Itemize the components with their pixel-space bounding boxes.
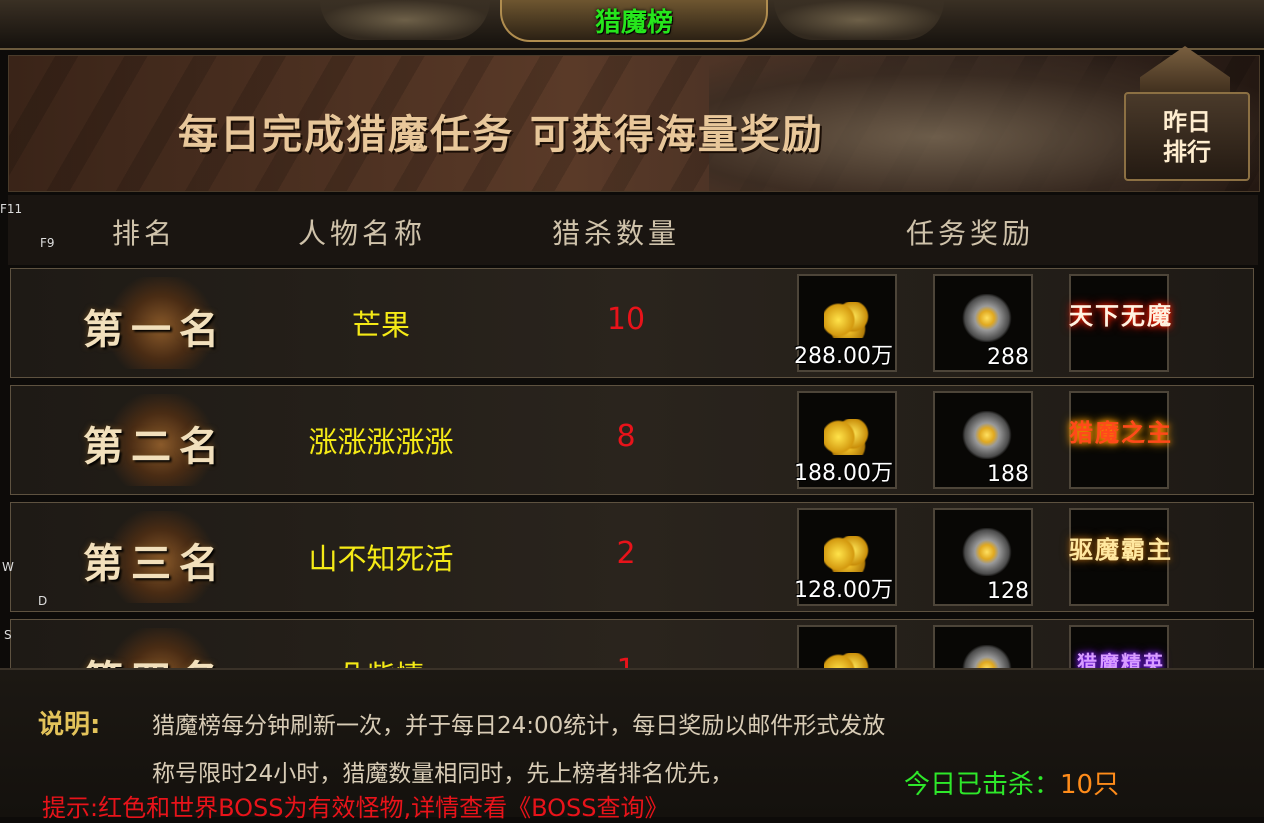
kill-count: 8 xyxy=(616,419,636,454)
reward-slot-title[interactable]: 猎魔之主 xyxy=(1069,391,1171,489)
reward-slot-gold[interactable]: 288.00万 xyxy=(794,274,897,372)
notes-panel: 说明: 猎魔榜每分钟刷新一次，并于每日24:00统计，每日奖励以邮件形式发放 称… xyxy=(0,668,1264,822)
notes-line1: 猎魔榜每分钟刷新一次，并于每日24:00统计，每日奖励以邮件形式发放 xyxy=(152,713,886,739)
hint-link[interactable]: 提示:红色和世界BOSS为有效怪物,详情查看《BOSS查询》 xyxy=(42,788,669,823)
player-name: 山不知死活 xyxy=(308,542,454,576)
reward-slot-ore[interactable]: 288 xyxy=(933,274,1033,372)
rank-label: 第三名 xyxy=(83,540,227,587)
today-kills: 今日已击杀：10只 xyxy=(904,764,1119,801)
window-title: 猎魔榜 xyxy=(594,7,673,38)
hotkey-label: F11 xyxy=(0,202,23,216)
title-badge: 猎魔之主 xyxy=(1069,418,1173,447)
gold-ore-icon xyxy=(955,294,1013,342)
ore-amount: 128 xyxy=(987,579,1029,604)
hotkey-label: S xyxy=(4,628,12,642)
kill-count: 2 xyxy=(616,536,636,571)
player-name: 涨涨涨涨涨 xyxy=(308,425,454,459)
reward-slot-ore[interactable]: 128 xyxy=(933,508,1033,606)
player-name: 芒果 xyxy=(351,308,410,342)
gold-coins-icon xyxy=(824,302,872,338)
today-kills-label: 今日已击杀： xyxy=(904,770,1061,800)
frame-ornament-right xyxy=(774,0,944,40)
ore-amount: 188 xyxy=(987,462,1029,487)
reward-slot-title[interactable]: 驱魔霸主 xyxy=(1069,508,1171,606)
header-name: 人物名称 xyxy=(298,217,427,250)
gold-amount: 128.00万 xyxy=(794,578,893,603)
gold-coins-icon xyxy=(824,536,872,572)
title-plate: 猎魔榜 xyxy=(500,0,768,42)
today-kills-value: 10只 xyxy=(1060,770,1120,800)
frame-ornament-left xyxy=(320,0,490,40)
title-badge: 天下无魔 xyxy=(1069,301,1173,330)
gold-ore-icon xyxy=(955,411,1013,459)
header-kills: 猎杀数量 xyxy=(552,217,681,250)
notes-label: 说明: xyxy=(38,710,101,740)
table-row: 第一名 芒果 10 288.00万 288 天下无魔 xyxy=(10,268,1254,378)
reward-slot-ore[interactable]: 188 xyxy=(933,391,1033,489)
gold-amount: 188.00万 xyxy=(794,461,893,486)
rank-label: 第二名 xyxy=(83,423,227,470)
header-rank: 排名 xyxy=(112,217,177,250)
header-reward: 任务奖励 xyxy=(906,217,1035,250)
reward-slot-title[interactable]: 天下无魔 xyxy=(1069,274,1171,372)
pagoda-roof-icon xyxy=(1140,46,1230,98)
yesterday-line1: 昨日 xyxy=(1163,107,1211,136)
hotkey-label: D xyxy=(38,594,48,608)
ore-amount: 288 xyxy=(987,345,1029,370)
reward-slot-gold[interactable]: 128.00万 xyxy=(794,508,897,606)
hotkey-label: F9 xyxy=(40,236,55,250)
table-row: 第三名 山不知死活 2 128.00万 128 驱魔霸主 xyxy=(10,502,1254,612)
rank-label: 第一名 xyxy=(83,306,227,353)
banner-text: 每日完成猎魔任务 可获得海量奖励 xyxy=(178,112,824,158)
gold-amount: 288.00万 xyxy=(794,344,893,369)
kill-count: 10 xyxy=(606,302,646,337)
hotkey-label: W xyxy=(2,560,14,574)
yesterday-ranking-button[interactable]: 昨日 排行 xyxy=(1124,92,1250,181)
gold-coins-icon xyxy=(824,419,872,455)
reward-slot-gold[interactable]: 188.00万 xyxy=(794,391,897,489)
yesterday-line2: 排行 xyxy=(1163,137,1211,166)
notes-line2: 称号限时24小时，猎魔数量相同时，先上榜者排名优先， xyxy=(152,761,734,787)
title-badge: 驱魔霸主 xyxy=(1069,535,1173,564)
gold-ore-icon xyxy=(955,528,1013,576)
table-row: 第二名 涨涨涨涨涨 8 188.00万 188 猎魔之主 xyxy=(10,385,1254,495)
